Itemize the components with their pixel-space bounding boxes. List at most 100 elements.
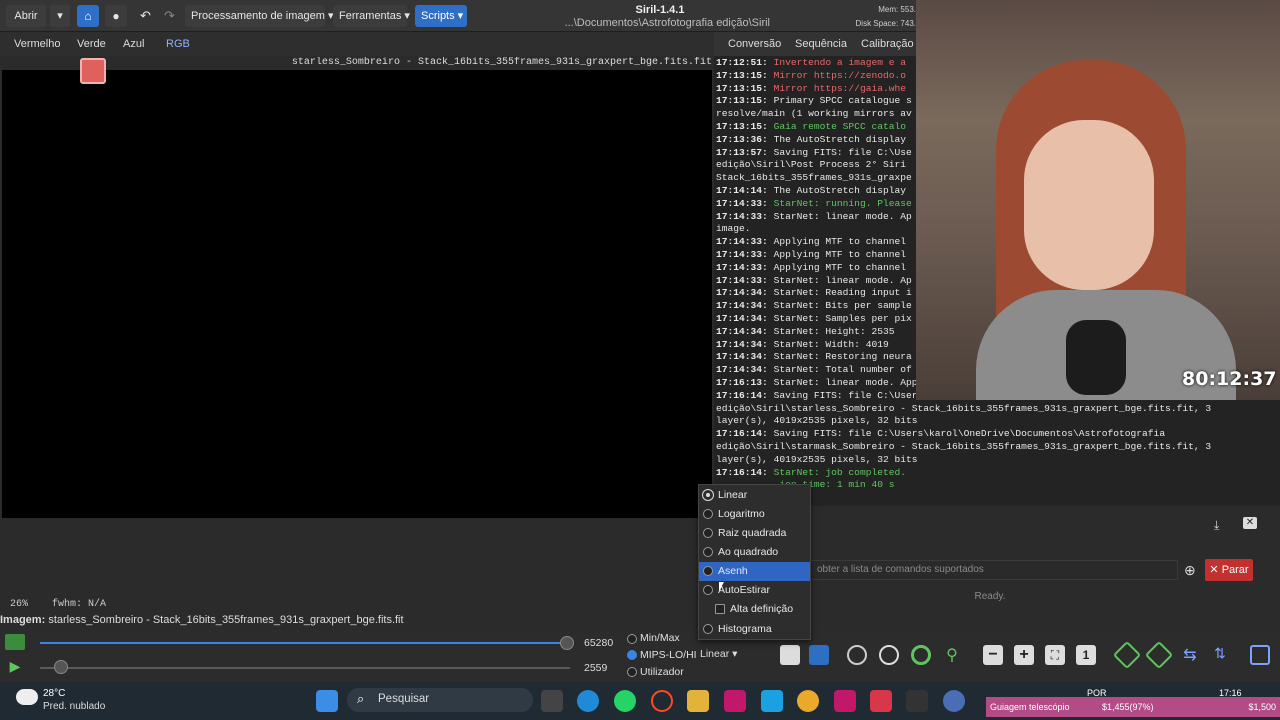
grid-icon[interactable] <box>1250 645 1270 665</box>
clear-log-icon[interactable]: ✕ <box>1243 517 1257 529</box>
tab-conversion[interactable]: Conversão <box>728 38 781 50</box>
log-timestamp: 17:13:36: <box>716 133 768 145</box>
option-squared-label: Ao quadrado <box>718 546 779 558</box>
log-message: StarNet: job completed. <box>767 466 907 478</box>
log-timestamp: 17:13:15: <box>716 95 768 107</box>
log-timestamp: 17:13:15: <box>716 120 768 132</box>
window-subtitle: ...\Documentos\Astrofotografia edição\Si… <box>564 17 770 29</box>
hi-slider-knob[interactable] <box>560 636 574 650</box>
image-canvas[interactable] <box>2 70 712 518</box>
weather-icon <box>16 689 38 705</box>
log-timestamp: 17:14:33: <box>716 210 768 222</box>
log-message: edição\Siril\Post Process 2° Siri <box>716 159 906 171</box>
option-linear[interactable]: Linear <box>699 486 810 505</box>
lo-slider-knob[interactable] <box>54 660 68 674</box>
goal-progress: $1,455(97%) <box>1102 702 1154 712</box>
tab-rgb[interactable]: RGB <box>166 38 190 50</box>
log-line: edição\Siril\starless_Sombreiro - Stack_… <box>716 403 1278 416</box>
option-sqrt[interactable]: Raiz quadrada <box>699 524 810 543</box>
fits-icon[interactable] <box>870 690 892 712</box>
chrome-icon[interactable] <box>797 690 819 712</box>
tab-green[interactable]: Verde <box>77 38 106 50</box>
log-timestamp: 17:14:34: <box>716 312 768 324</box>
app-icon-3[interactable] <box>834 690 856 712</box>
option-log[interactable]: Logaritmo <box>699 505 810 524</box>
log-message: Stack_16bits_355frames_931s_graxpe <box>716 172 912 184</box>
siril-icon[interactable] <box>943 690 965 712</box>
zoom-status: 26% fwhm: N/A <box>10 599 106 610</box>
fit-icon[interactable]: ⛶ <box>1045 645 1065 665</box>
undo-icon[interactable]: ↶ <box>134 5 156 27</box>
image-preview-icon[interactable] <box>5 634 25 650</box>
log-timestamp: 17:14:33: <box>716 236 768 248</box>
explorer-icon[interactable] <box>687 690 709 712</box>
command-input[interactable]: obter a lista de comandos suportados <box>808 560 1178 580</box>
option-high-def[interactable]: Alta definição <box>699 600 810 619</box>
tab-red[interactable]: Vermelho <box>14 38 60 50</box>
display-mode-select[interactable]: Linear ▾ <box>700 648 742 664</box>
opera-icon[interactable] <box>651 690 673 712</box>
mirror-icon[interactable]: ⇆ <box>1180 645 1200 665</box>
lo-slider[interactable] <box>40 667 570 669</box>
help-icon[interactable]: ⊕ <box>1184 562 1196 579</box>
windows-start-icon[interactable] <box>316 690 338 712</box>
option-asinh[interactable]: Asenh <box>699 562 810 581</box>
open-dropdown-chevron-icon[interactable]: ▾ <box>50 5 70 27</box>
zoom-one-icon[interactable]: 1 <box>1076 645 1096 665</box>
home-icon[interactable]: ⌂ <box>77 5 99 27</box>
stream-timer: 80:12:37 <box>1182 368 1277 390</box>
redo-icon[interactable]: ↷ <box>158 5 180 27</box>
option-sqrt-label: Raiz quadrada <box>718 527 787 539</box>
app-icon-1[interactable] <box>724 690 746 712</box>
log-message: StarNet: linear mode. Ap <box>767 210 912 222</box>
webcam-person-face <box>1024 120 1154 290</box>
stop-button[interactable]: ✕ Parar <box>1205 559 1253 581</box>
flip-icon[interactable]: ⇅ <box>1210 645 1230 665</box>
person-icon[interactable]: ⚲ <box>942 645 962 665</box>
zoom-out-icon[interactable]: − <box>983 645 1003 665</box>
circle-icon[interactable] <box>911 645 931 665</box>
star-icon[interactable] <box>809 645 829 665</box>
log-message: Mirror https://gaia.whe <box>767 82 907 94</box>
tab-sequence[interactable]: Sequência <box>795 38 847 50</box>
scripts-menu[interactable]: Scripts ▾ <box>415 5 467 27</box>
target-icon[interactable] <box>847 645 867 665</box>
snapshot-icon[interactable] <box>80 58 106 84</box>
fwhm-value: fwhm: N/A <box>52 599 107 610</box>
option-histogram[interactable]: Histograma <box>699 620 810 639</box>
zoom-in-icon[interactable]: + <box>1014 645 1034 665</box>
minmax-radio[interactable] <box>627 634 637 644</box>
log-message: The AutoStretch display <box>767 184 907 196</box>
mips-radio[interactable] <box>627 650 637 660</box>
edge-icon[interactable] <box>577 690 599 712</box>
log-message: The AutoStretch display <box>767 133 907 145</box>
task-view-icon[interactable] <box>541 690 563 712</box>
log-line: layer(s), 4019x2535 pixels, 32 bits <box>716 454 1278 467</box>
whatsapp-icon[interactable] <box>614 690 636 712</box>
app-icon-2[interactable] <box>761 690 783 712</box>
log-message: Applying MTF to channel <box>767 236 907 248</box>
log-timestamp: 17:14:14: <box>716 184 768 196</box>
hi-slider[interactable] <box>40 642 570 644</box>
record-icon[interactable]: ● <box>105 5 127 27</box>
tools-menu[interactable]: Ferramentas ▾ <box>333 5 410 27</box>
display-mode-value: Linear <box>700 648 730 660</box>
tab-blue[interactable]: Azul <box>123 38 144 50</box>
disk-info: Disk Space: 743. <box>855 19 916 28</box>
download-icon[interactable]: ⤓ <box>1214 518 1219 533</box>
log-message: edição\Siril\starless_Sombreiro - Stack_… <box>716 402 1212 414</box>
user-radio[interactable] <box>627 667 637 677</box>
taskbar-search[interactable]: ⌕ Pesquisar <box>347 688 533 712</box>
log-timestamp: 17:14:33: <box>716 248 768 260</box>
option-squared[interactable]: Ao quadrado <box>699 543 810 562</box>
processing-menu[interactable]: Processamento de imagem ▾ <box>185 5 333 27</box>
globe-icon[interactable] <box>879 645 899 665</box>
tab-calibration[interactable]: Calibração <box>861 38 914 50</box>
image-name: starless_Sombreiro - Stack_16bits_355fra… <box>48 614 404 626</box>
open-button[interactable]: Abrir <box>6 5 46 27</box>
phone-icon[interactable] <box>780 645 800 665</box>
terminal-icon[interactable] <box>906 690 928 712</box>
option-autostretch[interactable]: AutoEstirar <box>699 581 810 600</box>
play-icon[interactable]: ▶ <box>5 658 25 676</box>
scripts-menu-label: Scripts <box>421 10 455 22</box>
